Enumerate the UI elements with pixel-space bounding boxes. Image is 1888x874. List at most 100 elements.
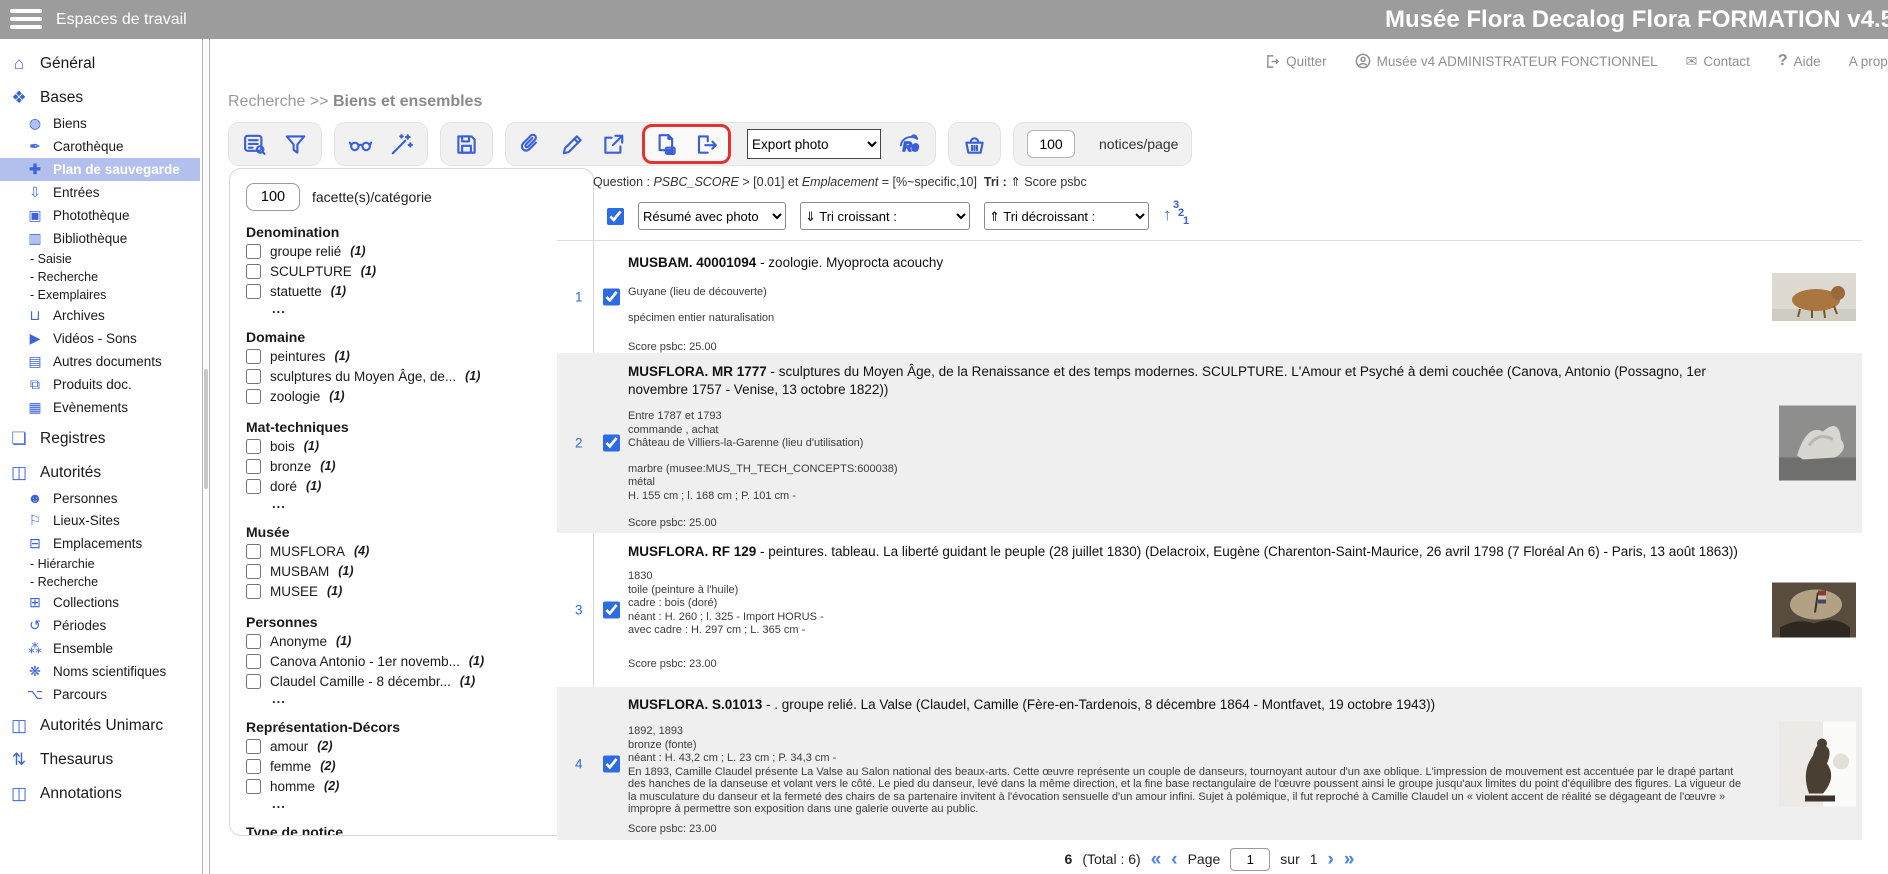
facet-checkbox[interactable]	[246, 654, 261, 669]
facet-checkbox[interactable]	[246, 479, 261, 494]
result-title[interactable]: MUSFLORA. S.01013 - . groupe relié. La V…	[628, 687, 1752, 714]
facet-item[interactable]: MUSEE (1)	[246, 581, 577, 601]
facet-checkbox[interactable]	[246, 459, 261, 474]
sidebar-item[interactable]: ⊔ Archives	[0, 304, 200, 327]
sidebar-item[interactable]: - Recherche	[0, 573, 200, 591]
about-link[interactable]: A propos	[1849, 54, 1888, 69]
facet-checkbox[interactable]	[246, 544, 261, 559]
glasses-view-icon[interactable]	[348, 132, 373, 157]
sidebar-item[interactable]: - Saisie	[0, 250, 200, 268]
sidebar-item[interactable]: - Exemplaires	[0, 286, 200, 304]
sidebar-item[interactable]: ◫ Autorités Unimarc	[0, 712, 200, 740]
pencil-edit-icon[interactable]	[560, 132, 585, 157]
facet-item[interactable]: amour (2)	[246, 736, 577, 756]
facet-checkbox[interactable]	[246, 284, 261, 299]
sidebar-item[interactable]: ⇅ Thesaurus	[0, 746, 200, 774]
result-checkbox[interactable]	[603, 755, 620, 772]
sidebar-item[interactable]: ⁂ Ensemble	[0, 637, 200, 660]
first-page-icon[interactable]: «	[1151, 850, 1162, 869]
sidebar-item[interactable]: ❖ Bases	[0, 84, 200, 112]
magic-wand-icon[interactable]	[389, 132, 414, 157]
facet-more-link[interactable]: ...	[272, 796, 577, 811]
scrollbar-thumb[interactable]	[204, 369, 208, 489]
facet-checkbox[interactable]	[246, 369, 261, 384]
result-checkbox[interactable]	[603, 435, 620, 452]
facet-item[interactable]: femme (2)	[246, 756, 577, 776]
user-account[interactable]: Musée v4 ADMINISTRATEUR FONCTIONNEL	[1355, 53, 1658, 69]
facet-more-link[interactable]: ...	[272, 691, 577, 706]
result-checkbox[interactable]	[603, 289, 620, 306]
sidebar-item[interactable]: ☻ Personnes	[0, 487, 200, 509]
paperclip-icon[interactable]	[519, 132, 544, 157]
facet-checkbox[interactable]	[246, 779, 261, 794]
page-number-input[interactable]	[1230, 848, 1270, 871]
sidebar-item[interactable]: ◫ Annotations	[0, 780, 200, 808]
quit-button[interactable]: Quitter	[1265, 54, 1327, 69]
facet-checkbox[interactable]	[246, 634, 261, 649]
result-thumbnail-delacroix[interactable]	[1772, 583, 1856, 638]
list-search-icon[interactable]	[242, 132, 267, 157]
facet-item[interactable]: doré (1)	[246, 476, 577, 496]
notices-per-page-input[interactable]	[1027, 130, 1075, 158]
facet-checkbox[interactable]	[246, 584, 261, 599]
facet-item[interactable]: statuette (1)	[246, 281, 577, 301]
facet-item[interactable]: MUSBAM (1)	[246, 561, 577, 581]
sidebar-item[interactable]: ◫ Autorités	[0, 459, 200, 487]
sidebar-item[interactable]: - Recherche	[0, 268, 200, 286]
sidebar-item[interactable]: ⚐ Lieux-Sites	[0, 509, 200, 532]
result-title[interactable]: MUSBAM. 40001094 - zoologie. Myoprocta a…	[628, 241, 1752, 272]
facet-item[interactable]: homme (2)	[246, 776, 577, 796]
facet-checkbox[interactable]	[246, 759, 261, 774]
facet-checkbox[interactable]	[246, 439, 261, 454]
facet-checkbox[interactable]	[246, 389, 261, 404]
sidebar-item[interactable]: ◍ Biens	[0, 112, 200, 135]
previous-page-icon[interactable]: ‹	[1171, 850, 1177, 869]
facet-checkbox[interactable]	[246, 349, 261, 364]
sidebar-item[interactable]: ⌂ Général	[0, 50, 200, 78]
sidebar-item[interactable]: ⊞ Collections	[0, 591, 200, 614]
result-thumbnail-acouchy[interactable]	[1772, 273, 1856, 321]
export-record-icon[interactable]	[694, 132, 719, 157]
facet-item[interactable]: bois (1)	[246, 436, 577, 456]
sidebar-item[interactable]: ❋ Noms scientifiques	[0, 660, 200, 683]
external-link-icon[interactable]	[601, 132, 626, 157]
sidebar-item[interactable]: ▶ Vidéos - Sons	[0, 327, 200, 350]
facet-item[interactable]: Canova Antonio - 1er novemb... (1)	[246, 651, 577, 671]
next-page-icon[interactable]: ›	[1328, 850, 1334, 869]
menu-hamburger-icon[interactable]	[10, 9, 42, 30]
sidebar-item[interactable]: ▦ Evènements	[0, 396, 200, 419]
sidebar-item[interactable]: ✒ Carothèque	[0, 135, 200, 158]
facet-checkbox[interactable]	[246, 739, 261, 754]
facet-item[interactable]: bronze (1)	[246, 456, 577, 476]
facet-more-link[interactable]: ...	[272, 496, 577, 511]
facet-item[interactable]: SCULPTURE (1)	[246, 261, 577, 281]
facet-item[interactable]: sculptures du Moyen Âge, de... (1)	[246, 366, 577, 386]
sidebar-item[interactable]: ⊟ Emplacements	[0, 532, 200, 555]
facet-more-link[interactable]: ...	[272, 301, 577, 316]
sort-ascending-select[interactable]: ⇓ Tri croissant :	[800, 202, 970, 230]
facet-item[interactable]: zoologie (1)	[246, 386, 577, 406]
facet-item[interactable]: groupe relié (1)	[246, 241, 577, 261]
sidebar-item[interactable]: ↺ Périodes	[0, 614, 200, 637]
numeric-sort-icon[interactable]: 3 2 1 ↑	[1163, 202, 1189, 230]
workspace-label[interactable]: Espaces de travail	[56, 0, 187, 39]
sidebar-item[interactable]: ▥ Bibliothèque	[0, 227, 200, 250]
sidebar-item[interactable]: ▣ Photothèque	[0, 204, 200, 227]
result-checkbox[interactable]	[603, 602, 620, 619]
result-thumbnail-la-valse[interactable]	[1779, 721, 1856, 806]
sort-descending-select[interactable]: ⇑ Tri décroissant :	[984, 202, 1149, 230]
sidebar-item[interactable]: ⌥ Parcours	[0, 683, 200, 706]
result-title[interactable]: MUSFLORA. MR 1777 - sculptures du Moyen …	[628, 353, 1752, 399]
facet-checkbox[interactable]	[246, 244, 261, 259]
facet-item[interactable]: Claudel Camille - 8 décembr... (1)	[246, 671, 577, 691]
facets-per-category-input[interactable]	[246, 183, 300, 211]
sidebar-item[interactable]: - Hiérarchie	[0, 555, 200, 573]
facet-checkbox[interactable]	[246, 674, 261, 689]
facet-item[interactable]: Anonyme (1)	[246, 631, 577, 651]
sidebar-item[interactable]: ⧉ Produits doc.	[0, 373, 200, 396]
result-thumbnail-canova[interactable]	[1779, 406, 1856, 481]
select-all-checkbox[interactable]	[607, 208, 624, 225]
sidebar-item[interactable]: ▤ Autres documents	[0, 350, 200, 373]
print-document-icon[interactable]	[654, 132, 679, 157]
display-mode-select[interactable]: Résumé avec photo	[638, 202, 786, 230]
